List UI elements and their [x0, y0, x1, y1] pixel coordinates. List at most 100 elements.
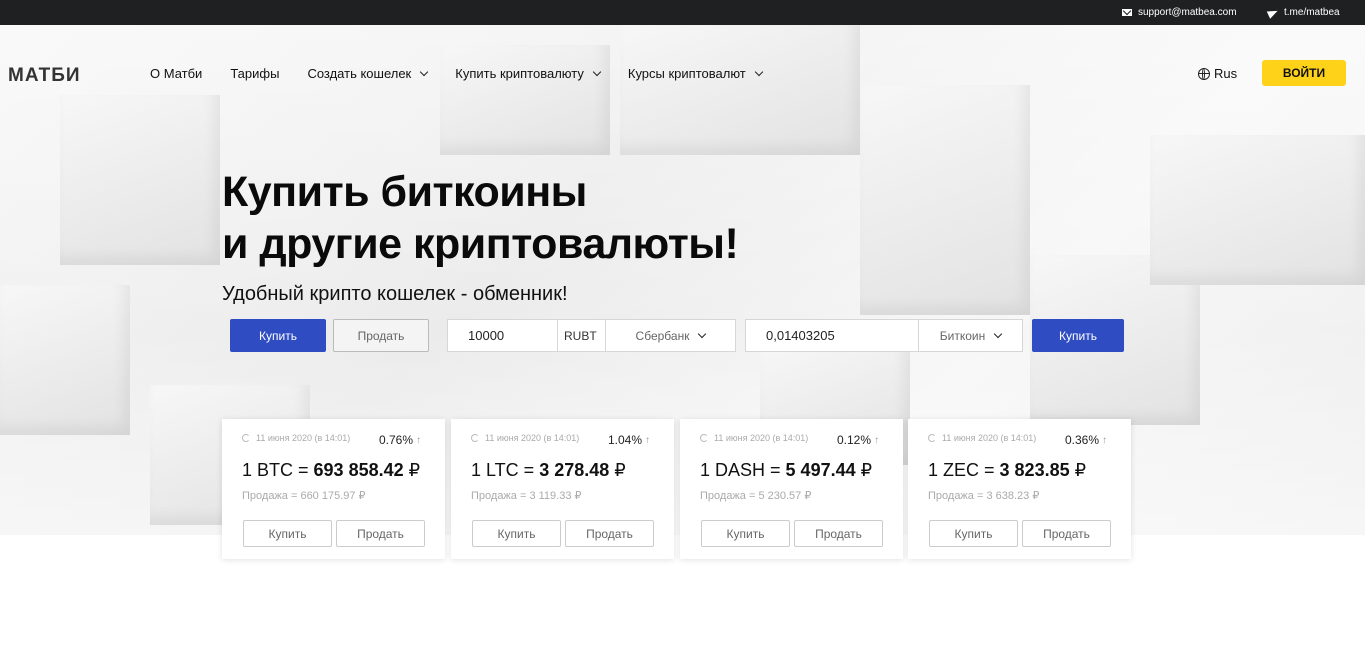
- rate-currency: ₽: [614, 460, 626, 480]
- rate-card-ltc: 11 июня 2020 (в 14:01) 1.04% ↑ 1 LTC = 3 …: [451, 419, 674, 559]
- rate-price-value: 3 278.48: [539, 460, 610, 480]
- login-button[interactable]: ВОЙТИ: [1262, 60, 1346, 86]
- currency-select[interactable]: Биткоин: [918, 320, 1022, 351]
- rate-currency: ₽: [860, 460, 873, 480]
- rate-price: 1 LTC = 3 278.48 ₽: [471, 460, 626, 481]
- amount-input[interactable]: 10000: [448, 328, 557, 343]
- rate-price-value: 5 497.44: [785, 460, 856, 480]
- card-sell-button[interactable]: Продать: [336, 520, 425, 547]
- result-amount-input[interactable]: 0,01403205: [746, 328, 918, 343]
- rate-price: 1 DASH = 5 497.44 ₽: [700, 460, 872, 481]
- mail-icon: [1122, 9, 1132, 16]
- nav-item-create-wallet[interactable]: Создать кошелек: [307, 66, 429, 81]
- rate-price-value: 3 823.85: [999, 460, 1070, 480]
- rate-price: 1 ZEC = 3 823.85 ₽: [928, 460, 1086, 481]
- chevron-down-icon: [698, 329, 707, 338]
- support-email[interactable]: support@matbea.com: [1138, 7, 1237, 18]
- rate-date: 11 июня 2020 (в 14:01): [700, 433, 808, 443]
- refresh-icon: [471, 434, 479, 442]
- main-nav: О Матби Тарифы Создать кошелек Купить кр…: [150, 66, 790, 81]
- rate-pair: 1 LTC =: [471, 460, 540, 480]
- rate-change-value: 0.36%: [1065, 433, 1100, 447]
- currency-value: Биткоин: [939, 328, 986, 343]
- nav-label: Тарифы: [230, 66, 280, 81]
- telegram-icon: [1266, 6, 1280, 19]
- nav-label: Создать кошелек: [307, 66, 412, 81]
- rate-price-value: 693 858.42: [313, 460, 404, 480]
- card-sell-button[interactable]: Продать: [1022, 520, 1111, 547]
- rate-date-text: 11 июня 2020 (в 14:01): [256, 433, 351, 443]
- card-buy-button[interactable]: Купить: [472, 520, 561, 547]
- card-sell-button[interactable]: Продать: [565, 520, 654, 547]
- rate-change: 1.04% ↑: [608, 433, 650, 447]
- rate-pair: 1 BTC =: [242, 460, 314, 480]
- rate-currency: ₽: [408, 460, 421, 480]
- card-buy-button[interactable]: Купить: [243, 520, 332, 547]
- globe-icon: [1198, 67, 1210, 80]
- rate-date-text: 11 июня 2020 (в 14:01): [942, 433, 1037, 443]
- nav-item-about[interactable]: О Матби: [150, 66, 202, 81]
- rate-card-zec: 11 июня 2020 (в 14:01) 0.36% ↑ 1 ZEC = 3 …: [908, 419, 1131, 559]
- arrow-up-icon: ↑: [416, 434, 422, 446]
- amount-unit: RUBT: [557, 320, 605, 351]
- rate-date-text: 11 июня 2020 (в 14:01): [714, 433, 809, 443]
- rate-sell-price: Продажа = 3 638.23 ₽: [928, 490, 1040, 502]
- bg-cube: [0, 285, 130, 435]
- submit-buy-button[interactable]: Купить: [1032, 319, 1124, 352]
- rate-change: 0.12% ↑: [837, 433, 879, 447]
- rate-change: 0.76% ↑: [379, 433, 421, 447]
- chevron-down-icon: [754, 67, 763, 76]
- page-subtitle: Удобный крипто кошелек - обменник!: [222, 283, 568, 305]
- arrow-up-icon: ↑: [874, 434, 880, 446]
- rate-date-text: 11 июня 2020 (в 14:01): [485, 433, 580, 443]
- rate-pair: 1 DASH =: [700, 460, 786, 480]
- nav-item-buy-crypto[interactable]: Купить криптовалюту: [455, 66, 602, 81]
- support-email-link[interactable]: support@matbea.com: [1122, 7, 1237, 18]
- rate-price: 1 BTC = 693 858.42 ₽: [242, 460, 420, 481]
- nav-item-crypto-rates[interactable]: Курсы криптовалют: [627, 66, 763, 81]
- amount-group: 10000 RUBT Сбербанк: [447, 319, 736, 352]
- bg-cube: [60, 95, 220, 265]
- rate-card-btc: 11 июня 2020 (в 14:01) 0.76% ↑ 1 BTC = 69…: [222, 419, 445, 559]
- nav-label: О Матби: [150, 66, 203, 81]
- card-buy-button[interactable]: Купить: [929, 520, 1018, 547]
- rate-sell-price: Продажа = 660 175.97 ₽: [242, 490, 366, 502]
- bg-cube: [1150, 135, 1365, 285]
- nav-item-tariffs[interactable]: Тарифы: [230, 66, 279, 81]
- payment-method-select[interactable]: Сбербанк: [605, 320, 735, 351]
- sell-tab-button[interactable]: Продать: [333, 319, 429, 352]
- rate-change-value: 1.04%: [608, 433, 643, 447]
- payment-method-value: Сбербанк: [635, 328, 690, 343]
- bg-cube: [860, 85, 1030, 315]
- refresh-icon: [928, 434, 936, 442]
- rate-date: 11 июня 2020 (в 14:01): [928, 433, 1036, 443]
- refresh-icon: [700, 434, 708, 442]
- rate-change: 0.36% ↑: [1065, 433, 1107, 447]
- refresh-icon: [242, 434, 250, 442]
- rate-pair: 1 ZEC =: [928, 460, 1000, 480]
- rate-card-dash: 11 июня 2020 (в 14:01) 0.12% ↑ 1 DASH = 5…: [680, 419, 903, 559]
- card-buy-button[interactable]: Купить: [701, 520, 790, 547]
- title-line-1: Купить биткоины: [222, 168, 587, 216]
- rate-change-value: 0.12%: [837, 433, 872, 447]
- logo[interactable]: МАТБИ: [8, 65, 81, 87]
- language-selector[interactable]: Rus: [1198, 66, 1237, 81]
- arrow-up-icon: ↑: [1102, 434, 1108, 446]
- rate-sell-price: Продажа = 5 230.57 ₽: [700, 490, 812, 502]
- card-sell-button[interactable]: Продать: [794, 520, 883, 547]
- telegram-link[interactable]: t.me/matbea: [1266, 6, 1340, 19]
- telegram-handle[interactable]: t.me/matbea: [1284, 7, 1340, 18]
- nav-label: Купить криптовалюту: [455, 66, 584, 81]
- buy-tab-button[interactable]: Купить: [230, 319, 326, 352]
- chevron-down-icon: [592, 67, 602, 76]
- result-group: 0,01403205 Биткоин: [745, 319, 1023, 352]
- top-contact-bar: support@matbea.com t.me/matbea: [0, 0, 1365, 25]
- rate-date: 11 июня 2020 (в 14:01): [242, 433, 350, 443]
- chevron-down-icon: [420, 67, 429, 76]
- title-line-2: и другие криптовалюты!: [222, 220, 739, 268]
- page-title: Купить биткоины и другие криптовалюты!: [222, 166, 739, 270]
- rate-sell-price: Продажа = 3 119.33 ₽: [471, 490, 582, 502]
- language-label: Rus: [1214, 66, 1238, 81]
- chevron-down-icon: [993, 329, 1003, 338]
- nav-label: Курсы криптовалют: [627, 66, 746, 81]
